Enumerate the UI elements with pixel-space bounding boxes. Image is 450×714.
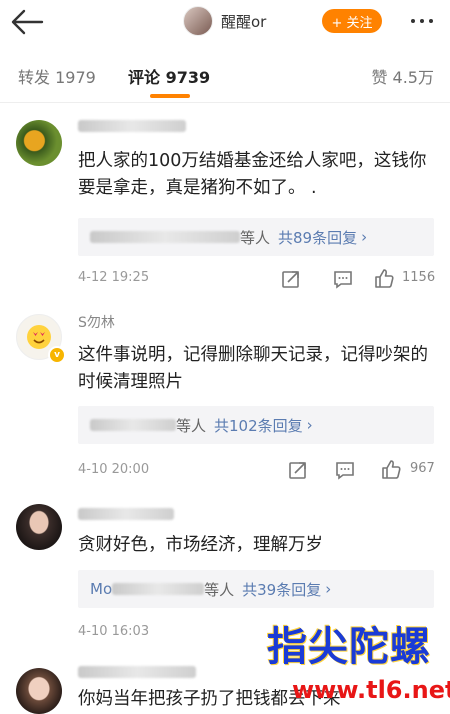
repost-icon[interactable] — [280, 268, 302, 290]
chevron-right-icon: › — [306, 416, 313, 434]
comment-time: 4-10 16:03 — [78, 624, 150, 639]
back-arrow-icon[interactable] — [10, 8, 44, 36]
reply-usernames: Mo — [90, 580, 113, 598]
top-bar: 醒醒or + 关注 — [0, 0, 450, 44]
comment-username[interactable]: S勿林 — [78, 312, 115, 332]
follow-button[interactable]: + 关注 — [322, 9, 382, 33]
comment-text: 这件事说明，记得删除聊天记录，记得吵架的时候清理照片 — [78, 345, 428, 392]
profile-name[interactable]: 醒醒or — [221, 11, 266, 32]
reply-count-link[interactable]: 共102条回复 — [214, 415, 303, 436]
like-icon[interactable] — [380, 458, 402, 480]
tab-comment[interactable]: 评论 9739 — [128, 64, 210, 88]
reply-count-link[interactable]: 共39条回复 — [242, 579, 321, 600]
comment-item: 把人家的100万结婚基金还给人家吧，这钱你要是拿走，真是猪狗不如了。 . 等人 … — [0, 104, 450, 294]
reply-preview[interactable]: Mo 等人 共39条回复 › — [78, 570, 434, 608]
comment-icon[interactable] — [332, 268, 354, 290]
avatar[interactable] — [16, 668, 62, 714]
comment-text: 贪财好色，市场经济，理解万岁 — [78, 535, 323, 555]
comment-username[interactable] — [78, 118, 186, 134]
verified-badge-icon: v — [48, 346, 66, 364]
tab-repost[interactable]: 转发 1979 — [18, 64, 96, 88]
chevron-right-icon: › — [361, 228, 368, 246]
avatar[interactable] — [183, 6, 213, 36]
profile-header[interactable]: 醒醒or — [183, 6, 266, 36]
reply-preview[interactable]: 等人 共89条回复 › — [78, 218, 434, 256]
reply-usernames — [90, 231, 240, 243]
reply-preview[interactable]: 等人 共102条回复 › — [78, 406, 434, 444]
like-icon[interactable] — [373, 267, 395, 289]
reply-usernames — [90, 419, 176, 431]
comment-icon[interactable] — [334, 459, 356, 481]
chevron-right-icon: › — [325, 580, 332, 598]
comment-username[interactable] — [78, 506, 174, 522]
reply-suffix: 等人 — [240, 228, 271, 247]
watermark-url: www.tl6.net — [292, 676, 450, 704]
like-count: 967 — [410, 461, 435, 476]
reply-suffix: 等人 — [176, 416, 207, 435]
comment-time: 4-10 20:00 — [78, 462, 150, 477]
comment-text: 把人家的100万结婚基金还给人家吧，这钱你要是拿走，真是猪狗不如了。 . — [78, 151, 427, 198]
avatar[interactable] — [16, 504, 62, 550]
watermark-title: 指尖陀螺 — [267, 623, 431, 670]
reply-suffix: 等人 — [204, 580, 235, 599]
comment-time: 4-12 19:25 — [78, 270, 150, 285]
comment-item: v S勿林 这件事说明，记得删除聊天记录，记得吵架的时候清理照片 等人 共102… — [0, 296, 450, 484]
avatar[interactable] — [16, 120, 62, 166]
tab-bar: 转发 1979 评论 9739 赞 4.5万 — [0, 52, 450, 103]
like-count: 1156 — [402, 270, 436, 285]
reply-count-link[interactable]: 共89条回复 — [278, 227, 357, 248]
repost-icon[interactable] — [287, 459, 309, 481]
comment-username[interactable] — [78, 664, 196, 680]
tab-like[interactable]: 赞 4.5万 — [371, 64, 434, 88]
emoji-icon — [27, 325, 51, 349]
tab-active-indicator — [150, 94, 190, 98]
more-icon[interactable] — [404, 9, 440, 33]
